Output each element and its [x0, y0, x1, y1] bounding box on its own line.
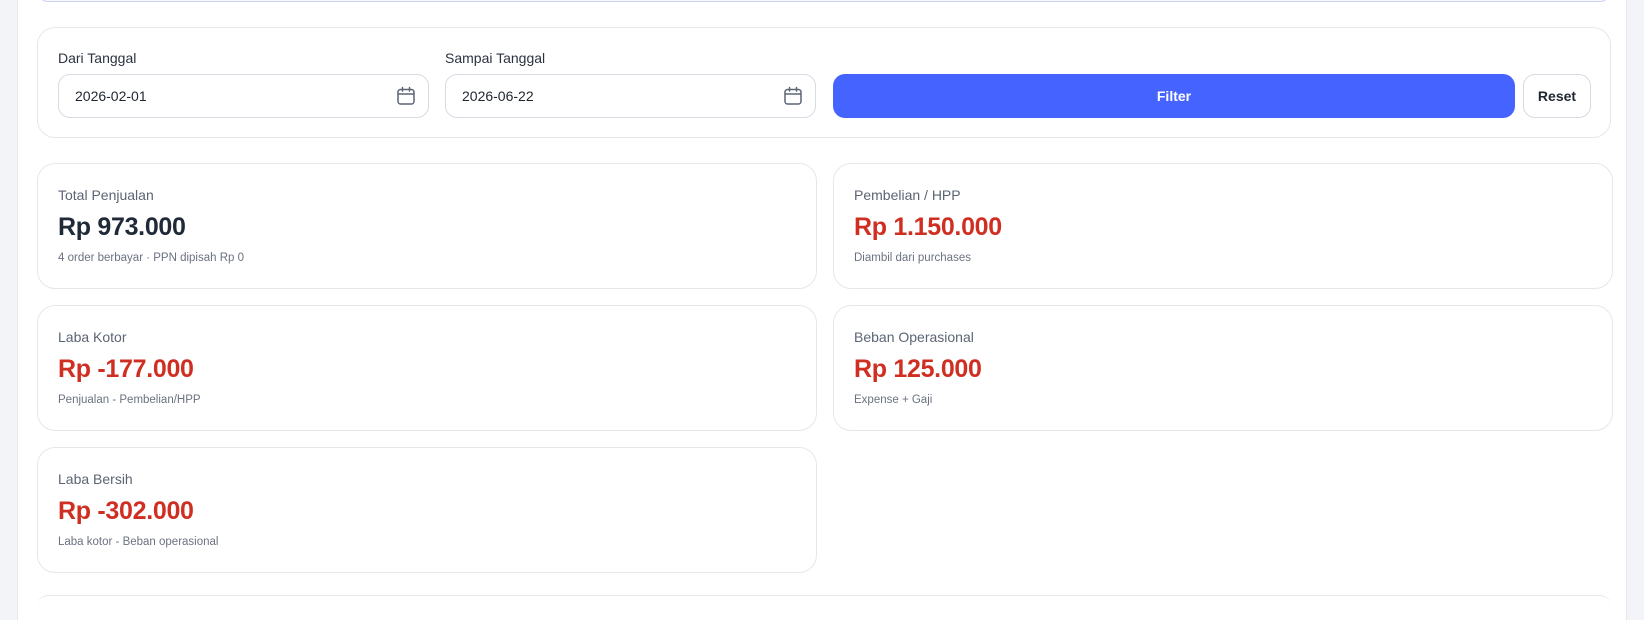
stat-label: Total Penjualan [58, 187, 154, 203]
operating-expense-card: Beban Operasional Rp 125.000 Expense + G… [833, 305, 1613, 431]
stat-note: 4 order berbayar · PPN dipisah Rp 0 [58, 252, 245, 264]
to-date-label: Sampai Tanggal [445, 50, 546, 66]
stat-note: Laba kotor - Beban operasional [58, 536, 219, 548]
gross-profit-card: Laba Kotor Rp -177.000 Penjualan - Pembe… [37, 305, 817, 431]
next-section-edge [37, 595, 1611, 606]
purchases-cogs-card: Pembelian / HPP Rp 1.150.000 Diambil dar… [833, 163, 1613, 289]
from-date-value: 2026-02-01 [75, 88, 147, 104]
stat-value: Rp 973.000 [58, 213, 186, 241]
calendar-icon[interactable] [396, 86, 416, 106]
from-date-input[interactable]: 2026-02-01 [58, 74, 429, 118]
stat-value: Rp 125.000 [854, 355, 982, 383]
stat-note: Penjualan - Pembelian/HPP [58, 394, 201, 406]
filter-button[interactable]: Filter [833, 74, 1515, 118]
stat-label: Beban Operasional [854, 329, 974, 345]
stat-value: Rp -177.000 [58, 355, 194, 383]
reset-button[interactable]: Reset [1523, 74, 1591, 118]
stat-value: Rp 1.150.000 [854, 213, 1002, 241]
to-date-input[interactable]: 2026-06-22 [445, 74, 816, 118]
total-sales-card: Total Penjualan Rp 973.000 4 order berba… [37, 163, 817, 289]
to-date-value: 2026-06-22 [462, 88, 534, 104]
stat-label: Laba Bersih [58, 471, 133, 487]
calendar-icon[interactable] [783, 86, 803, 106]
stat-label: Pembelian / HPP [854, 187, 961, 203]
stat-value: Rp -302.000 [58, 497, 194, 525]
stat-note: Diambil dari purchases [854, 252, 971, 264]
stat-note: Expense + Gaji [854, 394, 933, 406]
net-profit-card: Laba Bersih Rp -302.000 Laba kotor - Beb… [37, 447, 817, 573]
top-banner [37, 0, 1611, 2]
stat-label: Laba Kotor [58, 329, 127, 345]
from-date-label: Dari Tanggal [58, 50, 137, 66]
